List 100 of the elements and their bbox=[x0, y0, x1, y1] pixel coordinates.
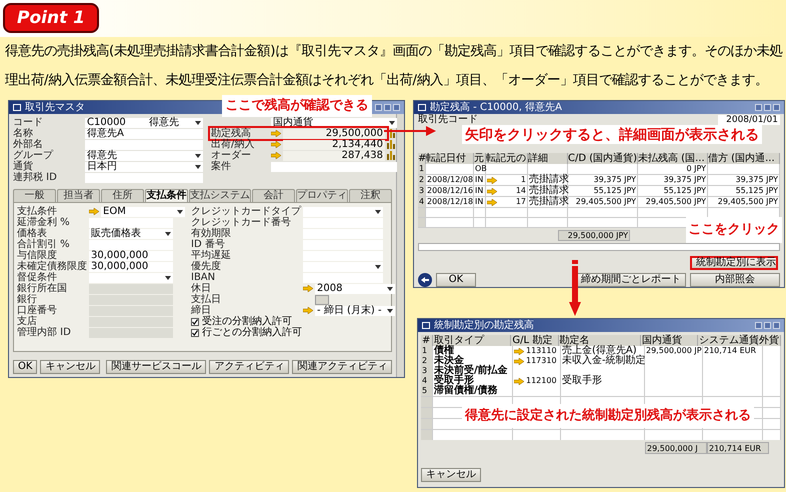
table-cell: 29,405,500 JPY bbox=[638, 197, 708, 207]
text-field[interactable]: 30,000,000 bbox=[89, 250, 173, 260]
column-header: # bbox=[418, 153, 426, 164]
maximize-button[interactable] bbox=[764, 322, 771, 329]
window-button[interactable]: 関連アクティビティ bbox=[292, 360, 392, 374]
balance-field: 287,438 bbox=[283, 150, 385, 160]
field-label: 外部名 bbox=[13, 140, 44, 150]
table-cell: 39,375 JPY bbox=[568, 175, 638, 185]
dropdown-field[interactable] bbox=[303, 262, 383, 272]
tab[interactable]: 支払システム bbox=[189, 189, 251, 202]
dropdown-field[interactable] bbox=[303, 206, 383, 216]
close-button[interactable] bbox=[393, 104, 400, 111]
table-cell: OB bbox=[474, 164, 486, 174]
caret-icon bbox=[165, 276, 171, 280]
intro-paragraph: 得意先の売掛残高(未処理売掛請求書合計金額)は『取引先マスタ』画面の「勘定残高」項目で確認することができます。そのほか未処理出荷/納入伝票金額合計、未処理受注伝票合計金額はそれぞれ「出荷/納入」項目、「オーダー」項目で確認することができます。 bbox=[4, 42, 784, 90]
link-arrow-icon[interactable] bbox=[303, 285, 313, 292]
dropdown-field[interactable]: - 締日 (月末) - bbox=[315, 306, 395, 316]
dropdown-field[interactable]: 日本円 bbox=[85, 162, 203, 172]
window-icon bbox=[13, 104, 21, 111]
point-badge: Point 1 bbox=[3, 3, 99, 33]
field-label: 延滞金利 % bbox=[17, 218, 71, 228]
window-button[interactable]: キャンセル bbox=[421, 468, 481, 482]
field-label: 支払日 bbox=[191, 294, 222, 304]
window-button[interactable]: キャンセル bbox=[40, 360, 100, 374]
window-button[interactable]: OK bbox=[13, 360, 38, 374]
tab[interactable]: 担当者 bbox=[57, 189, 100, 202]
table-cell: 55,125 JPY bbox=[708, 186, 780, 196]
maximize-button[interactable] bbox=[384, 104, 391, 111]
caret-icon bbox=[387, 308, 393, 312]
checkbox[interactable] bbox=[191, 328, 199, 336]
row-number: 3 bbox=[418, 186, 426, 196]
tab[interactable]: 支払条件 bbox=[145, 189, 188, 202]
dropdown-field[interactable]: 国内通貨 bbox=[271, 118, 397, 128]
minimize-button[interactable] bbox=[375, 104, 382, 111]
total-field: 210,714 EUR bbox=[707, 442, 769, 454]
field-label: IBAN bbox=[191, 272, 216, 282]
dropdown-field[interactable] bbox=[89, 272, 173, 282]
window-button[interactable]: 締め期間ごとレポート bbox=[576, 273, 686, 287]
minimize-button[interactable] bbox=[755, 322, 762, 329]
row-number: 1 bbox=[418, 164, 426, 174]
caret-icon bbox=[375, 264, 381, 268]
window-title: 勘定残高 - C10000, 得意先A bbox=[430, 102, 562, 113]
column-header: 外貨 bbox=[758, 335, 781, 346]
callout: 得意先に設定された統制勘定別残高が表示される bbox=[462, 404, 754, 428]
table-cell: 39,375 JPY bbox=[708, 175, 780, 185]
text-field[interactable]: 30,000,000 bbox=[89, 262, 173, 272]
field-label: 名称 bbox=[13, 128, 34, 138]
field-label: グループ bbox=[13, 150, 54, 160]
date-field[interactable]: 2008/01/01 bbox=[718, 115, 780, 126]
table-cell: 29,405,500 JPY bbox=[708, 197, 780, 207]
callout: ここをクリック bbox=[686, 217, 782, 243]
maximize-button[interactable] bbox=[764, 104, 771, 111]
field-label: 通貨 bbox=[13, 162, 34, 172]
callout-arrow bbox=[569, 260, 581, 316]
field-label: 勘定残高 bbox=[211, 128, 252, 138]
field-label: クレジットカードタイプ bbox=[191, 206, 301, 216]
column-header: # bbox=[421, 335, 433, 346]
dropdown-field[interactable]: 得意先 bbox=[85, 150, 203, 160]
text-field[interactable]: 得意先A bbox=[85, 128, 203, 138]
tab[interactable]: 一般 bbox=[13, 189, 56, 202]
table-cell: 0 JPY bbox=[638, 164, 708, 174]
window-button[interactable]: 統制勘定別に表示 bbox=[690, 256, 778, 270]
minimize-button[interactable] bbox=[755, 104, 762, 111]
column-header: 転記日付 bbox=[426, 153, 474, 164]
caret-icon bbox=[165, 232, 171, 236]
window-button[interactable]: 関連サービスコール bbox=[106, 360, 206, 374]
window-button[interactable]: アクティビティ bbox=[209, 360, 290, 374]
dropdown-field[interactable]: 販売価格表 bbox=[89, 228, 173, 238]
field-label: 有効期限 bbox=[191, 228, 232, 238]
column-header: 詳細 bbox=[528, 153, 568, 164]
callout: ここで残高が確認できる bbox=[222, 95, 372, 117]
text-field[interactable] bbox=[85, 172, 203, 182]
text-field[interactable] bbox=[85, 140, 203, 150]
tab[interactable]: 住所 bbox=[101, 189, 144, 202]
scrollbar[interactable] bbox=[396, 114, 404, 377]
link-arrow-icon[interactable] bbox=[89, 208, 99, 215]
link-arrow-icon[interactable] bbox=[514, 378, 524, 384]
window-button[interactable]: OK bbox=[436, 273, 476, 287]
text-field[interactable]: C10000 bbox=[85, 118, 147, 128]
chart-icon[interactable] bbox=[387, 140, 396, 149]
tab[interactable]: 会計 bbox=[252, 189, 295, 202]
dropdown-field[interactable]: 得意先 bbox=[147, 118, 203, 128]
link-arrow-icon[interactable] bbox=[303, 307, 313, 314]
tab[interactable]: プロパティ bbox=[296, 189, 348, 202]
row-number: 1 bbox=[421, 346, 433, 356]
dropdown-field[interactable]: 2008 bbox=[315, 284, 395, 294]
caret-icon bbox=[195, 154, 201, 158]
chart-icon[interactable] bbox=[387, 151, 396, 160]
window-title: 統制勘定別の勘定残高 bbox=[434, 320, 534, 331]
table-cell: 1 bbox=[486, 175, 528, 185]
picker-button[interactable] bbox=[315, 294, 329, 304]
window-button[interactable]: 内部照会 bbox=[690, 273, 780, 287]
horizontal-scrollbar[interactable] bbox=[418, 243, 780, 251]
tab[interactable]: 注釈 bbox=[349, 189, 392, 202]
close-button[interactable] bbox=[773, 104, 780, 111]
text-field[interactable] bbox=[271, 162, 397, 172]
window-title: 取引先マスタ bbox=[25, 102, 85, 113]
close-button[interactable] bbox=[773, 322, 780, 329]
checkbox[interactable] bbox=[191, 318, 199, 326]
dropdown-field[interactable]: EOM bbox=[101, 206, 185, 216]
